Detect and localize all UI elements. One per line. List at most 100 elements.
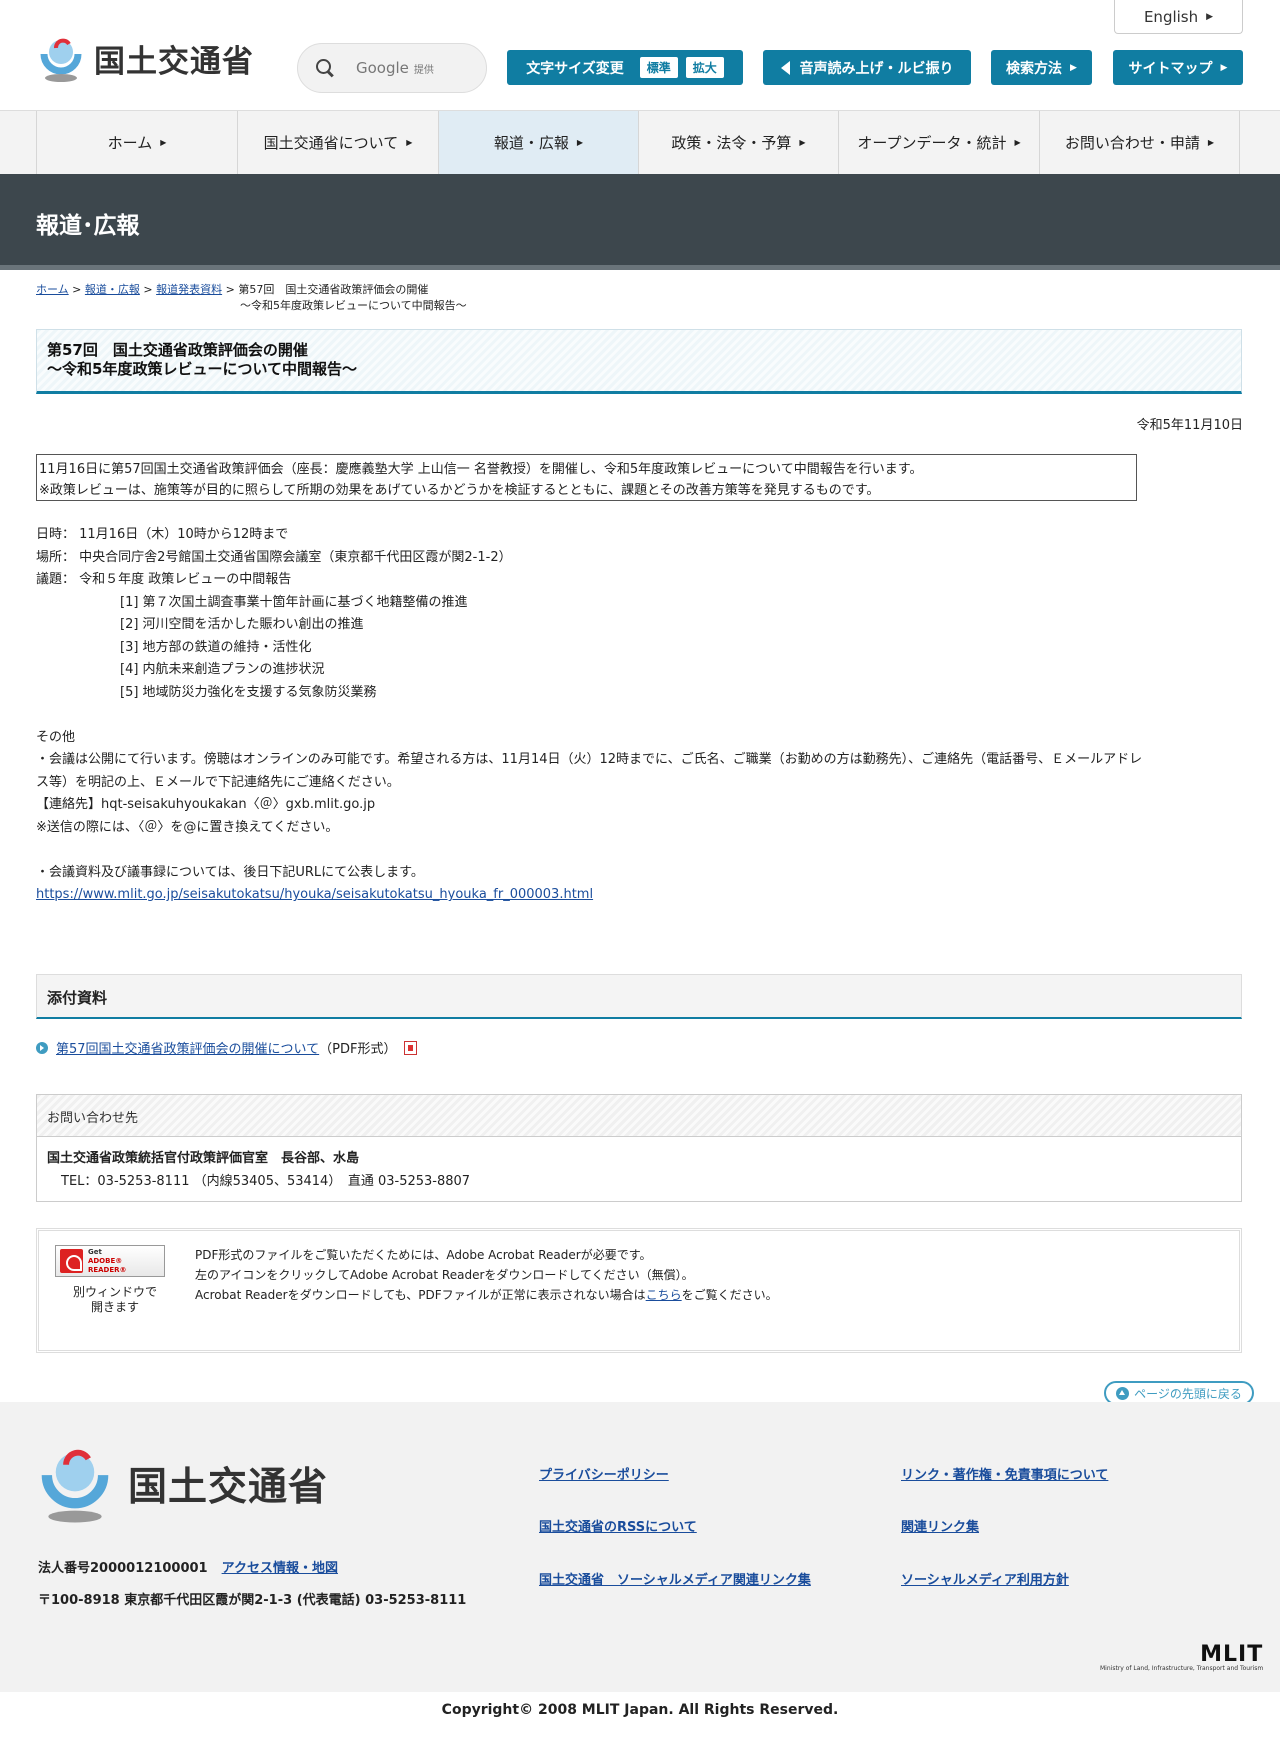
english-label: English	[1143, 7, 1199, 26]
triangle-right-icon: ▶	[576, 138, 584, 147]
page-title-line1: 第57回 国土交通省政策評価会の開催	[47, 341, 308, 359]
search-icon[interactable]	[316, 59, 334, 77]
triangle-right-icon: ▶	[406, 138, 413, 147]
english-button[interactable]: English ▶	[1114, 0, 1243, 34]
acrobat-help-link[interactable]: こちら	[646, 1288, 682, 1302]
access-map-link[interactable]: アクセス情報・地図	[222, 1561, 338, 1576]
page-title-line2: ～令和5年度政策レビューについて中間報告～	[47, 360, 357, 378]
font-size-control: 文字サイズ変更 標準 拡大	[507, 50, 743, 85]
other-text: ス等）を明記の上、Ｅメールで下記連絡先にご連絡ください。	[36, 774, 400, 790]
acrobat-text: 左のアイコンをクリックしてAdobe Acrobat Readerをダウンロード…	[195, 1268, 694, 1282]
corporate-number: 法人番号2000012100001 アクセス情報・地図	[38, 1561, 338, 1576]
attachment-link[interactable]: 第57回国土交通省政策評価会の開催について	[56, 1038, 319, 1057]
contact-name: 国土交通省政策統括官付政策評価官室 長谷部、水島	[47, 1151, 360, 1166]
mlit-logo: MLIT Ministry of Land, Infrastructure, T…	[1100, 1642, 1264, 1672]
page-title: 第57回 国土交通省政策評価会の開催 ～令和5年度政策レビューについて中間報告～	[36, 329, 1242, 394]
copyright: Copyright© 2008 MLIT Japan. All Rights R…	[441, 1702, 839, 1718]
nav-item-policy[interactable]: 政策・法令・予算 ▶	[638, 111, 838, 174]
breadcrumb: ホーム > 報道・広報 > 報道発表資料 > 第57回 国土交通省政策評価会の開…	[36, 283, 467, 312]
triangle-right-icon: ▶	[160, 138, 167, 147]
agenda-item: [5] 地域防災力強化を支援する気象防災業務	[120, 684, 377, 700]
mlit-emblem-icon	[38, 1442, 112, 1526]
contact-heading: お問い合わせ先	[37, 1095, 1241, 1137]
nav-item-contact[interactable]: お問い合わせ・申請 ▶	[1039, 111, 1240, 174]
acrobat-text: PDF形式のファイルをご覧いただくためには、Adobe Acrobat Read…	[195, 1248, 652, 1262]
font-standard-button[interactable]: 標準	[639, 57, 678, 78]
new-window-note: 別ウィンドウで	[72, 1285, 157, 1299]
site-logo-text: 国土交通省	[94, 43, 254, 80]
contact-tel: TEL：03-5253-8111 （内線53405、53414） 直通 03-5…	[61, 1174, 471, 1189]
section-banner: 報道･広報	[0, 174, 1280, 270]
nav-item-home[interactable]: ホーム ▶	[36, 111, 237, 174]
nav-item-opendata[interactable]: オープンデータ・統計 ▶	[838, 111, 1039, 174]
triangle-right-icon: ▶	[1070, 62, 1077, 73]
agenda-item: [1] 第７次国土調査事業十箇年計画に基づく地籍整備の推進	[120, 594, 468, 610]
font-size-label: 文字サイズ変更	[526, 60, 624, 77]
attachment-format: （PDF形式）	[319, 1042, 397, 1057]
back-to-top-label: ページの先頭に戻る	[1134, 1386, 1242, 1401]
publish-url-link[interactable]: https://www.mlit.go.jp/seisakutokatsu/hy…	[36, 887, 593, 902]
acrobat-notice: Get ADOBE® READER® 別ウィンドウで 開きます PDF形式のファイ…	[36, 1228, 1242, 1353]
section-title: 報道･広報	[36, 213, 140, 239]
search-method-label: 検索方法	[1006, 60, 1063, 77]
read-aloud-label: 音声読み上げ・ルビ振り	[799, 60, 954, 77]
summary-box: 11月16日に第57回国土交通省政策評価会（座長：慶應義塾大学 上山信一 名誉教…	[36, 454, 1137, 501]
site-logo[interactable]: 国土交通省	[36, 32, 254, 84]
nav-item-about[interactable]: 国土交通省について ▶	[237, 111, 438, 174]
triangle-right-icon: ▶	[1220, 62, 1228, 73]
other-text: ・会議は公開にて行います。傍聴はオンラインのみ可能です。希望される方は、11月1…	[36, 752, 1143, 767]
mlit-emblem-icon	[36, 32, 86, 84]
arrow-bullet-icon	[36, 1041, 48, 1054]
arrow-up-icon	[1116, 1386, 1130, 1400]
sitemap-button[interactable]: サイトマップ ▶	[1113, 50, 1243, 85]
nav-item-press[interactable]: 報道・広報 ▶	[438, 111, 638, 174]
search-input[interactable]: Google 提供	[297, 43, 487, 93]
other-heading: その他	[36, 729, 76, 745]
acrobat-text: Acrobat Readerをダウンロードしても、PDFファイルが正常に表示され…	[195, 1288, 646, 1302]
site-header: 国土交通省 English ▶ Google 提供 文字サイズ変更 標準 拡大 音…	[0, 0, 1280, 111]
meeting-agenda: 議題： 令和５年度 政策レビューの中間報告	[36, 572, 292, 587]
breadcrumb-releases[interactable]: 報道発表資料	[156, 283, 222, 296]
copyright-disclaimer-link[interactable]: リンク・著作権・免責事項について	[901, 1464, 1108, 1483]
meeting-datetime: 日時： 11月16日（木）10時から12時まで	[36, 527, 289, 542]
search-method-button[interactable]: 検索方法 ▶	[991, 50, 1092, 85]
footer-logo[interactable]: 国土交通省	[38, 1442, 328, 1526]
site-footer: 国土交通省 法人番号2000012100001 アクセス情報・地図 〒100-89…	[0, 1402, 1280, 1692]
social-media-links-link[interactable]: 国土交通省 ソーシャルメディア関連リンク集	[539, 1569, 811, 1588]
breadcrumb-current-line2: ～令和5年度政策レビューについて中間報告～	[240, 299, 467, 312]
breadcrumb-home[interactable]: ホーム	[36, 283, 69, 296]
mail-note: ※送信の際には、〈＠〉を@に置き換えてください。	[36, 819, 339, 835]
sitemap-label: サイトマップ	[1128, 60, 1213, 77]
article-body: 日時： 11月16日（木）10時から12時まで 場所： 中央合同庁舎2号館国土交…	[36, 524, 1242, 907]
related-links-link[interactable]: 関連リンク集	[901, 1516, 979, 1535]
publish-note: ・会議資料及び議事録については、後日下記URLにて公表します。	[36, 864, 424, 880]
list-item: 第57回国土交通省政策評価会の開催について （PDF形式）	[36, 1038, 418, 1057]
summary-line: 11月16日に第57回国土交通省政策評価会（座長：慶應義塾大学 上山信一 名誉教…	[39, 462, 923, 477]
breadcrumb-current: 第57回 国土交通省政策評価会の開催	[238, 283, 429, 296]
contact-mail: 【連絡先】hqt-seisakuhyoukakan〈＠〉gxb.mlit.go.…	[36, 797, 376, 812]
font-large-button[interactable]: 拡大	[685, 57, 724, 78]
new-window-note: 開きます	[90, 1300, 139, 1314]
triangle-right-icon: ▶	[799, 138, 806, 147]
breadcrumb-press[interactable]: 報道・広報	[85, 283, 140, 296]
meeting-place: 場所： 中央合同庁舎2号館国土交通省国際会議室（東京都千代田区霞が関2-1-2）	[36, 549, 512, 565]
triangle-right-icon: ▶	[1206, 11, 1214, 22]
get-adobe-reader-button[interactable]: Get ADOBE® READER®	[55, 1245, 165, 1277]
agenda-item: [2] 河川空間を活かした賑わい創出の推進	[120, 617, 364, 632]
publish-date: 令和5年11月10日	[1136, 418, 1243, 433]
pdf-icon	[404, 1040, 418, 1055]
footer-logo-text: 国土交通省	[128, 1465, 329, 1510]
agenda-item: [3] 地方部の鉄道の維持・活性化	[120, 639, 312, 655]
social-media-policy-link[interactable]: ソーシャルメディア利用方針	[901, 1569, 1069, 1588]
read-aloud-button[interactable]: 音声読み上げ・ルビ振り	[763, 50, 971, 85]
triangle-right-icon: ▶	[1207, 138, 1215, 147]
adobe-reader-icon	[60, 1249, 83, 1273]
triangle-right-icon: ▶	[1014, 138, 1021, 147]
summary-line: ※政策レビューは、施策等が目的に照らして所期の効果をあげているかどうかを検証する…	[39, 483, 880, 498]
speaker-icon	[780, 60, 790, 75]
privacy-policy-link[interactable]: プライバシーポリシー	[539, 1464, 669, 1483]
agenda-item: [4] 内航未来創造プランの進捗状況	[120, 662, 325, 677]
rss-link[interactable]: 国土交通省のRSSについて	[539, 1516, 697, 1535]
